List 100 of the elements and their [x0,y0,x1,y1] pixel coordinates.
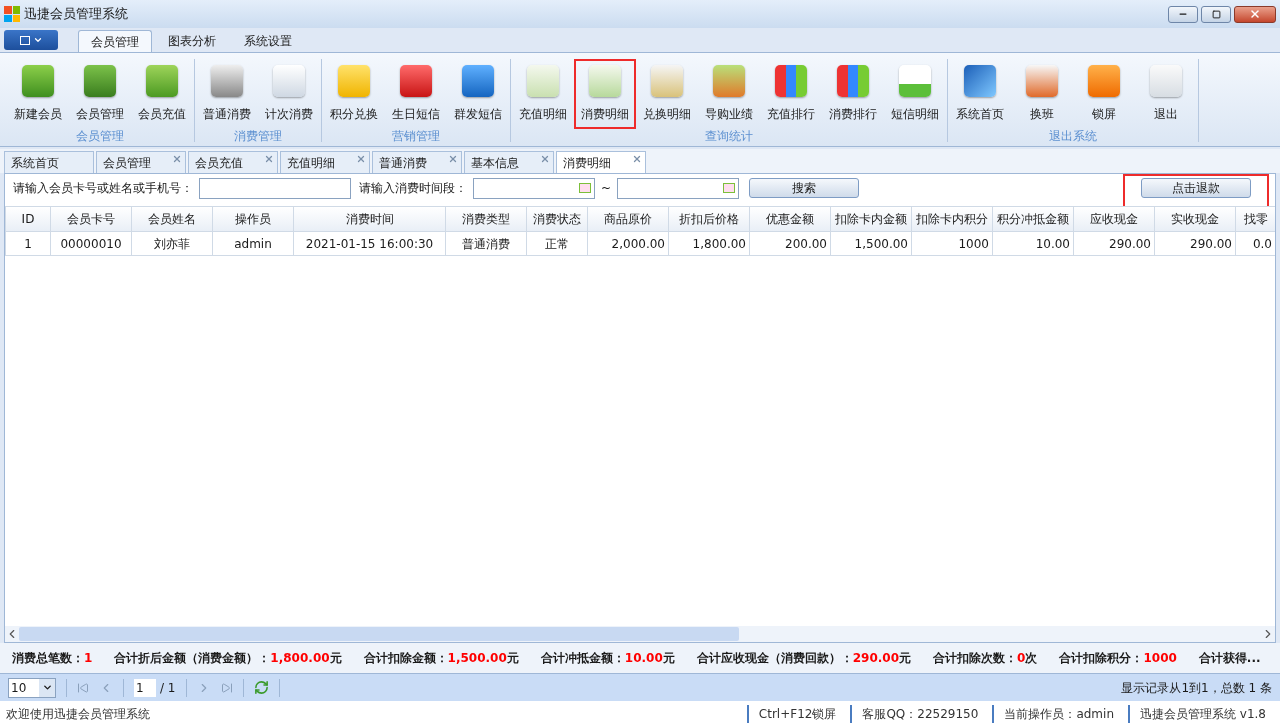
table-cell: 290.00 [1073,231,1155,256]
close-icon[interactable] [356,154,366,164]
table-cell: 1,500.00 [830,231,912,256]
ribbon-button[interactable]: 充值明细 [512,59,574,129]
column-header[interactable]: ID [5,206,51,232]
ribbon-tab[interactable]: 图表分析 [156,30,228,52]
page-number-field[interactable]: 1 [134,678,156,697]
ribbon-button[interactable]: 短信明细 [884,59,946,129]
caret-icon [32,35,43,45]
table-cell: 1000 [911,231,993,256]
total-pages-text: / 1 [160,679,176,697]
table-cell: 1 [5,231,51,256]
status-item: Ctrl+F12锁屏 [746,705,837,723]
summary-item: 合计扣除次数：0次 [933,650,1038,667]
table-cell: 刘亦菲 [131,231,213,256]
ribbon-button[interactable]: 锁屏 [1073,59,1135,129]
column-header[interactable]: 应收现金 [1073,206,1155,232]
document-tab[interactable]: 会员管理 [96,151,186,173]
table-cell: 正常 [526,231,588,256]
ribbon-button[interactable]: 换班 [1011,59,1073,129]
column-header[interactable]: 消费类型 [445,206,527,232]
ribbon-button[interactable]: 会员管理 [69,59,131,129]
window-title: 迅捷会员管理系统 [24,5,128,24]
app-logo-icon [4,6,20,22]
close-icon[interactable] [540,154,550,164]
ribbon-button[interactable]: 充值排行 [760,59,822,129]
table-cell: 2,000.00 [587,231,669,256]
group-title: 营销管理 [392,128,440,145]
document-tab[interactable]: 基本信息 [464,151,554,173]
close-icon[interactable] [632,154,642,164]
column-header[interactable]: 操作员 [212,206,294,232]
close-icon[interactable] [264,154,274,164]
status-item: 迅捷会员管理系统 v1.8 [1128,705,1266,723]
table-cell: 00000010 [50,231,132,256]
table-cell: 普通消费 [445,231,527,256]
column-header[interactable]: 消费时间 [293,206,446,232]
column-header[interactable]: 会员姓名 [131,206,213,232]
close-icon[interactable] [172,154,182,164]
list-icon [19,35,30,45]
ribbon-button[interactable]: 消费排行 [822,59,884,129]
summary-item: 合计获得... [1198,650,1261,667]
column-header[interactable]: 消费状态 [526,206,588,232]
scrollbar-thumb[interactable] [19,627,739,641]
column-header[interactable]: 积分冲抵金额 [992,206,1074,232]
document-tab[interactable]: 充值明细 [280,151,370,173]
end-date-field[interactable] [617,177,740,199]
ribbon-tab[interactable]: 系统设置 [232,30,304,52]
status-item: 客服QQ：22529150 [850,705,979,723]
column-header[interactable]: 商品原价 [587,206,669,232]
app-menu-button[interactable] [4,30,58,50]
group-title: 会员管理 [76,128,124,145]
dropdown-button[interactable] [39,678,55,697]
ribbon-button[interactable]: 新建会员 [7,59,69,129]
refresh-icon[interactable] [253,680,269,695]
column-header[interactable]: 找零 [1235,206,1275,232]
document-tab[interactable]: 消费明细 [556,151,646,173]
minimize-button[interactable] [1168,5,1198,23]
table-cell: 10.00 [992,231,1074,256]
group-title: 消费管理 [234,128,282,145]
ribbon-button[interactable]: 群发短信 [447,59,509,129]
column-header[interactable]: 扣除卡内积分 [911,206,993,232]
column-header[interactable]: 实收现金 [1154,206,1236,232]
document-tab[interactable]: 会员充值 [188,151,278,173]
member-search-field[interactable] [199,177,351,199]
document-tab[interactable]: 系统首页 [4,151,94,173]
record-info-text: 显示记录从1到1，总数 1 条 [1121,679,1272,697]
ribbon-button[interactable]: 消费明细 [574,59,636,129]
summary-item: 合计折后金额（消费金额）：1,800.00元 [114,650,342,667]
horizontal-scrollbar[interactable] [5,626,1275,642]
maximize-button[interactable] [1201,5,1231,23]
caret-icon [41,682,53,693]
column-header[interactable]: 扣除卡内金额 [830,206,912,232]
search-button[interactable]: 搜索 [749,178,860,198]
ribbon-button[interactable]: 退出 [1135,59,1197,129]
ribbon-button[interactable]: 系统首页 [949,59,1011,129]
summary-item: 合计扣除积分：1000 [1059,650,1177,667]
status-item: 当前操作员：admin [992,705,1114,723]
start-date-field[interactable] [473,177,595,199]
ribbon-button[interactable]: 导购业绩 [698,59,760,129]
document-tab[interactable]: 普通消费 [372,151,462,173]
column-header[interactable]: 优惠金额 [749,206,831,232]
page-size-select[interactable]: 10 [8,677,56,698]
table-cell: 1,800.00 [668,231,750,256]
ribbon-button[interactable]: 计次消费 [258,59,320,129]
column-header[interactable]: 折扣后价格 [668,206,750,232]
ribbon-button[interactable]: 积分兑换 [323,59,385,129]
last-page-icon[interactable] [220,681,233,694]
ribbon-button[interactable]: 兑换明细 [636,59,698,129]
table-cell: 200.00 [749,231,831,256]
ribbon-button[interactable]: 普通消费 [196,59,258,129]
first-page-icon[interactable] [77,681,89,694]
close-icon[interactable] [448,154,458,164]
ribbon-button[interactable]: 会员充值 [131,59,193,129]
ribbon-tab[interactable]: 会员管理 [78,30,152,52]
summary-item: 消费总笔数：1 [12,650,93,667]
column-header[interactable]: 会员卡号 [50,206,132,232]
table-cell: 290.00 [1154,231,1236,256]
ribbon-button[interactable]: 生日短信 [385,59,447,129]
close-button[interactable] [1234,5,1276,23]
refund-button[interactable]: 点击退款 [1141,178,1251,198]
